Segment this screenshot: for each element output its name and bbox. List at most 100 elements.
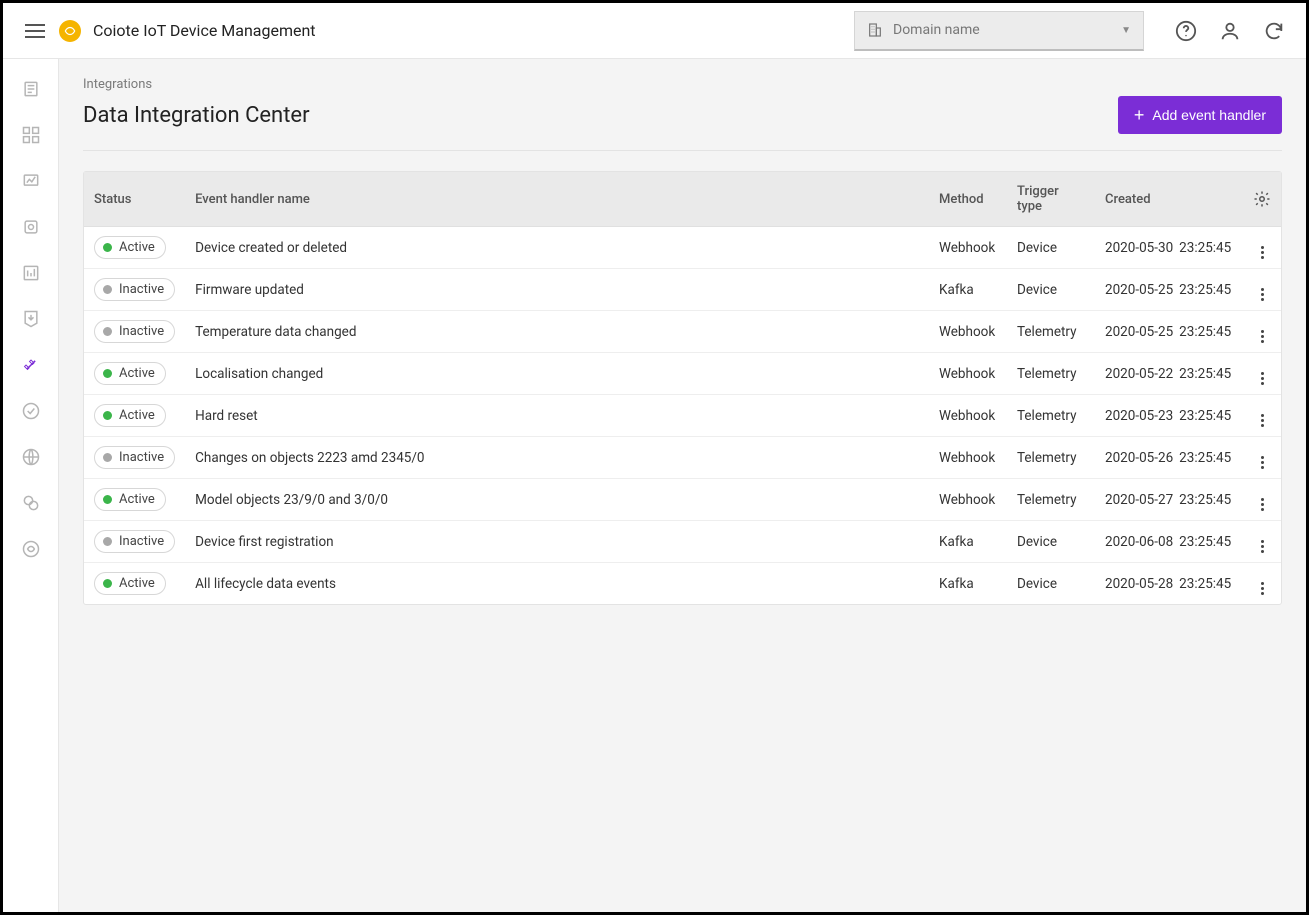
- help-icon[interactable]: [1174, 19, 1198, 43]
- sidebar-groups-icon[interactable]: [19, 123, 43, 147]
- table-settings-icon[interactable]: [1243, 172, 1281, 227]
- status-dot-inactive-icon: [103, 327, 112, 336]
- col-status-header[interactable]: Status: [84, 172, 185, 227]
- domain-select[interactable]: Domain name ▼: [854, 11, 1144, 51]
- handler-trigger: Telemetry: [1007, 395, 1095, 437]
- status-dot-active-icon: [103, 411, 112, 420]
- table-row[interactable]: Active Hard resetWebhookTelemetry2020-05-…: [84, 395, 1281, 437]
- col-trigger-header[interactable]: Trigger type: [1007, 172, 1095, 227]
- top-app-bar: Coiote IoT Device Management Domain name…: [3, 3, 1306, 59]
- handler-name: Model objects 23/9/0 and 3/0/0: [185, 479, 929, 521]
- col-name-header[interactable]: Event handler name: [185, 172, 929, 227]
- handler-trigger: Telemetry: [1007, 437, 1095, 479]
- table-row[interactable]: Active Device created or deletedWebhookDe…: [84, 227, 1281, 269]
- row-actions-menu-icon[interactable]: [1261, 288, 1264, 301]
- handler-method: Webhook: [929, 395, 1007, 437]
- row-actions-menu-icon[interactable]: [1261, 456, 1264, 469]
- breadcrumb: Integrations: [83, 77, 1282, 92]
- handler-method: Kafka: [929, 563, 1007, 605]
- status-pill: Inactive: [94, 278, 175, 301]
- status-label: Active: [119, 240, 155, 255]
- status-label: Inactive: [119, 534, 164, 549]
- handler-created: 2020-05-2823:25:45: [1095, 563, 1243, 605]
- row-actions-menu-icon[interactable]: [1261, 582, 1264, 595]
- handler-created: 2020-05-2223:25:45: [1095, 353, 1243, 395]
- menu-icon[interactable]: [23, 19, 47, 43]
- row-actions-menu-icon[interactable]: [1261, 498, 1264, 511]
- row-actions-menu-icon[interactable]: [1261, 540, 1264, 553]
- account-icon[interactable]: [1218, 19, 1242, 43]
- handler-name: All lifecycle data events: [185, 563, 929, 605]
- sidebar-link-icon[interactable]: [19, 491, 43, 515]
- table-row[interactable]: InactiveDevice first registrationKafkaDe…: [84, 521, 1281, 563]
- page-title: Data Integration Center: [83, 103, 310, 128]
- plus-icon: +: [1134, 106, 1145, 124]
- sidebar-monitoring-icon[interactable]: [19, 169, 43, 193]
- handler-trigger: Telemetry: [1007, 353, 1095, 395]
- status-pill: Active: [94, 236, 166, 259]
- sidebar-settings-icon[interactable]: [19, 537, 43, 561]
- handler-method: Webhook: [929, 311, 1007, 353]
- sidebar-download-icon[interactable]: [19, 307, 43, 331]
- status-label: Active: [119, 492, 155, 507]
- status-label: Active: [119, 366, 155, 381]
- status-pill: Active: [94, 572, 166, 595]
- handler-created: 2020-05-2523:25:45: [1095, 269, 1243, 311]
- handler-created: 2020-05-2523:25:45: [1095, 311, 1243, 353]
- sidebar-tasks-icon[interactable]: [19, 399, 43, 423]
- handler-method: Webhook: [929, 227, 1007, 269]
- domain-select-placeholder: Domain name: [893, 22, 980, 38]
- handler-created: 2020-06-0823:25:45: [1095, 521, 1243, 563]
- table-row[interactable]: Active Model objects 23/9/0 and 3/0/0Webh…: [84, 479, 1281, 521]
- table-row[interactable]: Inactive Temperature data changedWebhookT…: [84, 311, 1281, 353]
- status-dot-inactive-icon: [103, 537, 112, 546]
- status-dot-inactive-icon: [103, 453, 112, 462]
- sidebar-devices-icon[interactable]: [19, 77, 43, 101]
- handler-trigger: Device: [1007, 521, 1095, 563]
- app-logo-icon: [59, 20, 81, 42]
- main-content: Integrations Data Integration Center + A…: [59, 59, 1306, 912]
- handler-name: Hard reset: [185, 395, 929, 437]
- handler-trigger: Device: [1007, 227, 1095, 269]
- col-created-header[interactable]: Created: [1095, 172, 1243, 227]
- row-actions-menu-icon[interactable]: [1261, 246, 1264, 259]
- status-pill: Inactive: [94, 530, 175, 553]
- status-pill: Active: [94, 404, 166, 427]
- handler-method: Webhook: [929, 479, 1007, 521]
- status-pill: Active: [94, 488, 166, 511]
- col-method-header[interactable]: Method: [929, 172, 1007, 227]
- building-icon: [867, 22, 883, 38]
- handler-trigger: Telemetry: [1007, 311, 1095, 353]
- status-pill: Active: [94, 362, 166, 385]
- handler-created: 2020-05-3023:25:45: [1095, 227, 1243, 269]
- table-row[interactable]: ActiveAll lifecycle data eventsKafkaDevi…: [84, 563, 1281, 605]
- add-event-handler-button[interactable]: + Add event handler: [1118, 96, 1282, 134]
- row-actions-menu-icon[interactable]: [1261, 414, 1264, 427]
- sidebar-globe-icon[interactable]: [19, 445, 43, 469]
- handler-method: Kafka: [929, 269, 1007, 311]
- table-row[interactable]: InactiveChanges on objects 2223 amd 2345…: [84, 437, 1281, 479]
- handler-name: Device created or deleted: [185, 227, 929, 269]
- table-row[interactable]: InactiveFirmware updatedKafkaDevice2020-…: [84, 269, 1281, 311]
- status-label: Inactive: [119, 324, 164, 339]
- table-row[interactable]: ActiveLocalisation changedWebhookTelemet…: [84, 353, 1281, 395]
- status-label: Active: [119, 408, 155, 423]
- handler-name: Temperature data changed: [185, 311, 929, 353]
- event-handlers-table: Status Event handler name Method Trigger…: [83, 171, 1282, 605]
- sidebar-integrations-icon[interactable]: [19, 353, 43, 377]
- status-label: Active: [119, 576, 155, 591]
- handler-method: Webhook: [929, 437, 1007, 479]
- sidebar-config-icon[interactable]: [19, 215, 43, 239]
- refresh-icon[interactable]: [1262, 19, 1286, 43]
- handler-name: Changes on objects 2223 amd 2345/0: [185, 437, 929, 479]
- handler-created: 2020-05-2623:25:45: [1095, 437, 1243, 479]
- handler-name: Device first registration: [185, 521, 929, 563]
- chevron-down-icon: ▼: [1121, 25, 1131, 36]
- sidebar: [3, 59, 59, 912]
- sidebar-analytics-icon[interactable]: [19, 261, 43, 285]
- row-actions-menu-icon[interactable]: [1261, 330, 1264, 343]
- add-event-handler-label: Add event handler: [1152, 107, 1266, 123]
- status-pill: Inactive: [94, 320, 175, 343]
- handler-created: 2020-05-2323:25:45: [1095, 395, 1243, 437]
- row-actions-menu-icon[interactable]: [1261, 372, 1264, 385]
